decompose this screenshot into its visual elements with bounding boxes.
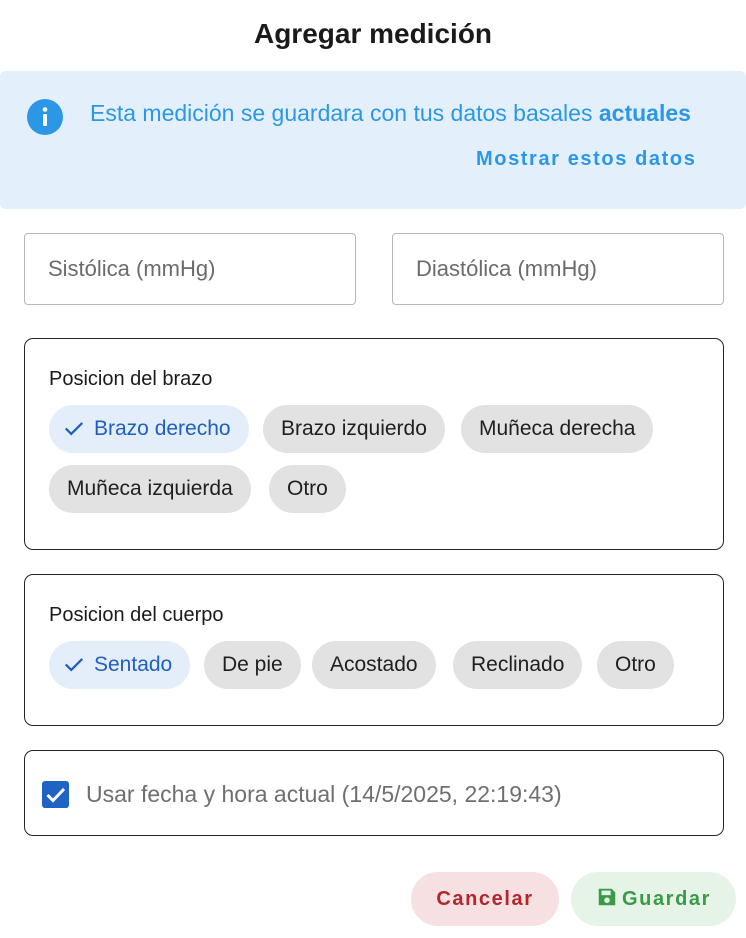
check-icon	[64, 422, 84, 436]
info-banner	[0, 71, 746, 209]
diastolic-field[interactable]	[392, 233, 724, 305]
check-icon	[64, 658, 84, 672]
systolic-field[interactable]	[24, 233, 356, 305]
arm-position-group: Posicion del brazo Brazo derecho Brazo i…	[24, 338, 724, 550]
cancel-button[interactable]: Cancelar	[411, 872, 559, 926]
info-text-main: Esta medición se guardara con tus datos …	[90, 100, 599, 126]
chip-acostado[interactable]: Acostado	[312, 641, 436, 689]
show-data-link[interactable]: Mostrar estos datos	[476, 145, 696, 173]
body-position-group: Posicion del cuerpo Sentado De pie Acost…	[24, 574, 724, 726]
chip-otro-brazo[interactable]: Otro	[269, 465, 346, 513]
chip-label: Sentado	[94, 653, 173, 676]
chip-muneca-derecha[interactable]: Muñeca derecha	[461, 405, 654, 453]
info-icon	[27, 99, 63, 135]
chip-label: Reclinado	[471, 653, 565, 676]
chip-de-pie[interactable]: De pie	[204, 641, 301, 689]
dialog-title: Agregar medición	[253, 18, 493, 49]
chip-label: Otro	[615, 653, 656, 676]
arm-position-label: Posicion del brazo	[49, 368, 213, 390]
info-text: Esta medición se guardara con tus datos …	[90, 97, 691, 129]
diastolic-input[interactable]	[393, 234, 723, 304]
chip-muneca-izquierda[interactable]: Muñeca izquierda	[49, 465, 251, 513]
chip-otro-cuerpo[interactable]: Otro	[597, 641, 674, 689]
chip-brazo-izquierdo[interactable]: Brazo izquierdo	[263, 405, 445, 453]
chip-label: Muñeca derecha	[479, 417, 636, 440]
cancel-button-label: Cancelar	[436, 888, 534, 910]
chip-brazo-derecho[interactable]: Brazo derecho	[49, 405, 249, 453]
save-button[interactable]: Guardar	[571, 872, 736, 926]
info-text-bold: actuales	[598, 100, 691, 126]
checkmark-icon	[46, 787, 66, 803]
body-position-label: Posicion del cuerpo	[49, 604, 224, 626]
chip-label: Brazo izquierdo	[281, 417, 427, 440]
systolic-input[interactable]	[25, 234, 355, 304]
chip-label: Brazo derecho	[94, 417, 231, 440]
datetime-label: Usar fecha y hora actual (14/5/2025, 22:…	[86, 781, 562, 807]
chip-label: Acostado	[330, 653, 418, 676]
chip-label: Otro	[287, 477, 328, 500]
chip-reclinado[interactable]: Reclinado	[453, 641, 583, 689]
use-current-datetime-checkbox[interactable]	[42, 781, 69, 808]
save-button-label: Guardar	[621, 888, 711, 910]
chip-label: Muñeca izquierda	[67, 477, 233, 500]
chip-sentado[interactable]: Sentado	[49, 641, 191, 689]
chip-label: De pie	[222, 653, 283, 676]
save-icon	[598, 888, 616, 906]
